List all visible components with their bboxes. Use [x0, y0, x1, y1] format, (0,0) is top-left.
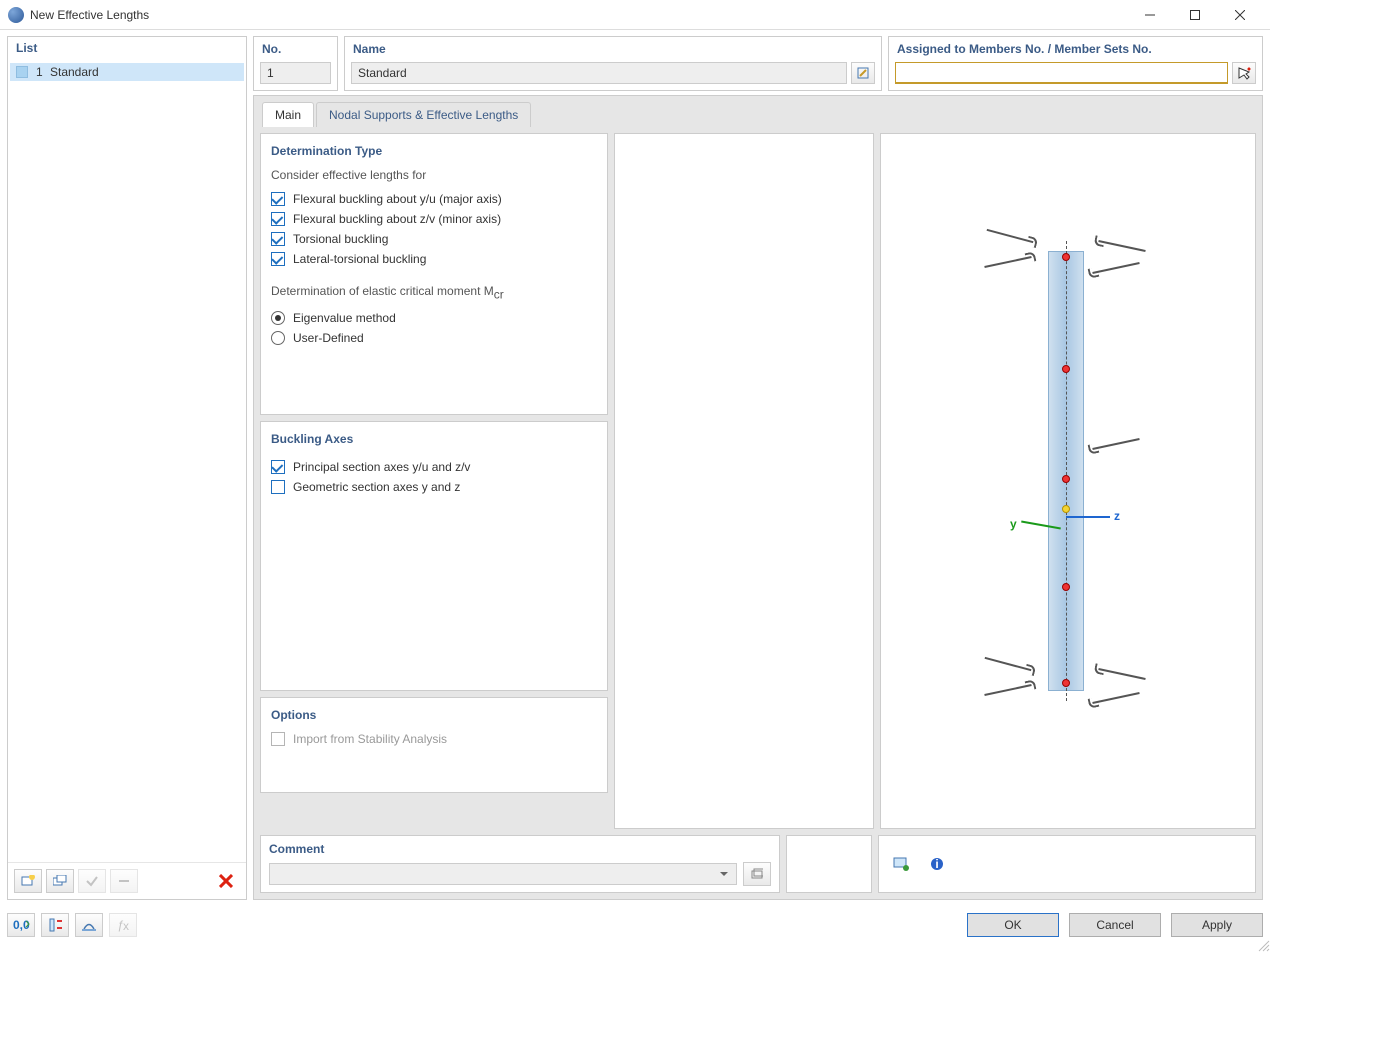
consider-label: Consider effective lengths for [271, 168, 597, 182]
comment-library-button[interactable] [743, 862, 771, 886]
checkbox-icon [271, 192, 285, 206]
list-item[interactable]: 1 Standard [10, 63, 244, 81]
list-item-num: 1 [36, 65, 50, 79]
no-label: No. [254, 37, 337, 60]
eigenvalue-radio[interactable]: Eigenvalue method [271, 311, 597, 325]
support-tail-icon [1092, 438, 1139, 450]
edit-name-button[interactable] [851, 62, 875, 84]
axis-z-label: z [1066, 509, 1120, 523]
support-tail-icon [1092, 692, 1139, 704]
list-item-label: Standard [50, 65, 99, 79]
cancel-button[interactable]: Cancel [1069, 913, 1161, 937]
pick-members-button[interactable] [1232, 62, 1256, 84]
assigned-input[interactable] [895, 62, 1228, 84]
support-tail-icon [984, 256, 1031, 268]
blank-panel [614, 133, 874, 829]
flex-z-checkbox[interactable]: Flexural buckling about z/v (minor axis) [271, 212, 597, 226]
checkbox-icon [271, 212, 285, 226]
support-tail-icon [987, 229, 1034, 243]
checkbox-icon [271, 252, 285, 266]
member-preview[interactable]: z y [880, 133, 1256, 829]
exclude-button [110, 869, 138, 893]
checkbox-icon [271, 232, 285, 246]
delete-button[interactable] [212, 869, 240, 893]
principal-axes-checkbox[interactable]: Principal section axes y/u and z/v [271, 460, 597, 474]
name-value: Standard [351, 62, 847, 84]
app-icon [8, 7, 24, 23]
options-header: Options [271, 708, 597, 722]
determination-type-header: Determination Type [271, 144, 597, 158]
axis-y-label: y [1010, 517, 1061, 531]
support-tail-icon [984, 684, 1031, 696]
import-stability-checkbox: Import from Stability Analysis [271, 732, 597, 746]
svg-text:0,00: 0,00 [13, 918, 30, 932]
support-tail-icon [985, 657, 1032, 671]
checkbox-icon [271, 460, 285, 474]
copy-item-button[interactable] [46, 869, 74, 893]
function-button: ƒx [109, 913, 137, 937]
no-value: 1 [260, 62, 331, 84]
include-button [78, 869, 106, 893]
checkbox-icon [271, 732, 285, 746]
centerline-graphic [1066, 241, 1067, 701]
ok-button[interactable]: OK [967, 913, 1059, 937]
node-point-icon [1062, 253, 1070, 261]
svg-text:i: i [935, 857, 938, 871]
view-model-button[interactable] [41, 913, 69, 937]
support-tail-icon [1092, 262, 1139, 274]
node-point-icon [1062, 679, 1070, 687]
comment-spacer [786, 835, 872, 893]
tab-nodal-supports[interactable]: Nodal Supports & Effective Lengths [316, 102, 531, 127]
maximize-button[interactable] [1172, 0, 1217, 29]
radio-icon [271, 311, 285, 325]
resize-grip-icon[interactable] [1256, 938, 1270, 952]
tab-main[interactable]: Main [262, 102, 314, 127]
user-defined-radio[interactable]: User-Defined [271, 331, 597, 345]
view-render-button[interactable] [75, 913, 103, 937]
node-point-icon [1062, 365, 1070, 373]
apply-button[interactable]: Apply [1171, 913, 1263, 937]
svg-text:ƒ: ƒ [117, 918, 124, 932]
mcr-label: Determination of elastic critical moment… [271, 284, 597, 301]
close-button[interactable] [1217, 0, 1262, 29]
checkbox-icon [271, 480, 285, 494]
info-button[interactable]: i [923, 852, 951, 876]
geometric-axes-checkbox[interactable]: Geometric section axes y and z [271, 480, 597, 494]
display-settings-button[interactable] [887, 852, 915, 876]
list-header: List [8, 37, 246, 61]
node-point-icon [1062, 475, 1070, 483]
support-tail-icon [1098, 668, 1145, 680]
units-button[interactable]: 0,00 [7, 913, 35, 937]
flex-y-checkbox[interactable]: Flexural buckling about y/u (major axis) [271, 192, 597, 206]
minimize-button[interactable] [1127, 0, 1172, 29]
comment-header: Comment [269, 842, 771, 856]
torsional-checkbox[interactable]: Torsional buckling [271, 232, 597, 246]
window-title: New Effective Lengths [30, 8, 149, 22]
svg-text:x: x [123, 919, 129, 932]
color-swatch-icon [16, 66, 28, 78]
buckling-axes-header: Buckling Axes [271, 432, 597, 446]
radio-icon [271, 331, 285, 345]
comment-combo[interactable] [269, 863, 737, 885]
assigned-label: Assigned to Members No. / Member Sets No… [889, 37, 1262, 60]
support-tail-icon [1098, 240, 1145, 252]
ltb-checkbox[interactable]: Lateral-torsional buckling [271, 252, 597, 266]
new-item-button[interactable] [14, 869, 42, 893]
node-point-icon [1062, 583, 1070, 591]
name-label: Name [345, 37, 881, 60]
